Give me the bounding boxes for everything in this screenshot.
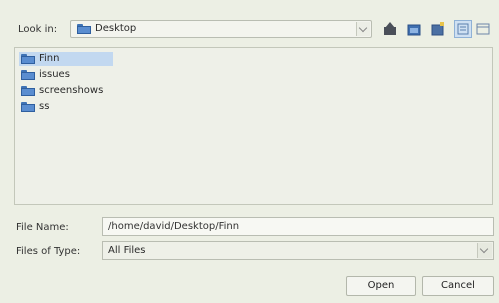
list-item-label: issues [39, 69, 70, 80]
list-item-finn[interactable]: Finn [19, 52, 113, 66]
folder-icon [21, 102, 35, 112]
new-folder-button[interactable] [429, 20, 447, 38]
file-type-dropdown-button[interactable] [477, 243, 492, 258]
cancel-button[interactable]: Cancel [422, 276, 494, 296]
list-view-icon [457, 23, 469, 35]
list-view-button[interactable] [454, 20, 472, 38]
look-in-value: Desktop [95, 23, 137, 34]
list-item-issues[interactable]: issues [19, 68, 113, 82]
folder-icon [21, 70, 35, 80]
home-icon [407, 24, 421, 36]
look-in-dropdown-button[interactable] [356, 22, 370, 36]
list-item-screenshows[interactable]: screenshows [19, 84, 113, 98]
file-type-label: Files of Type: [16, 246, 81, 257]
file-name-field[interactable] [102, 217, 494, 236]
list-item-label: screenshows [39, 85, 104, 96]
details-view-button[interactable] [474, 20, 492, 38]
folder-icon [21, 86, 35, 96]
look-in-combo[interactable]: Desktop [70, 20, 372, 38]
file-name-label: File Name: [16, 222, 69, 233]
open-button[interactable]: Open [346, 276, 416, 296]
chevron-down-icon [479, 244, 489, 254]
up-folder-icon [384, 22, 396, 35]
new-folder-icon [431, 22, 444, 36]
folder-icon [21, 54, 35, 64]
file-list[interactable]: Finn issues screenshows ss [14, 47, 493, 205]
up-folder-button[interactable] [381, 20, 399, 38]
file-type-combo[interactable]: All Files [102, 241, 494, 260]
list-item-label: Finn [39, 53, 60, 64]
home-button[interactable] [405, 20, 423, 38]
folder-icon [77, 24, 91, 34]
list-item-ss[interactable]: ss [19, 100, 113, 114]
details-view-icon [476, 23, 490, 35]
list-item-label: ss [39, 101, 50, 112]
look-in-label: Look in: [18, 24, 58, 35]
file-type-value: All Files [108, 245, 146, 256]
chevron-down-icon [358, 23, 368, 33]
